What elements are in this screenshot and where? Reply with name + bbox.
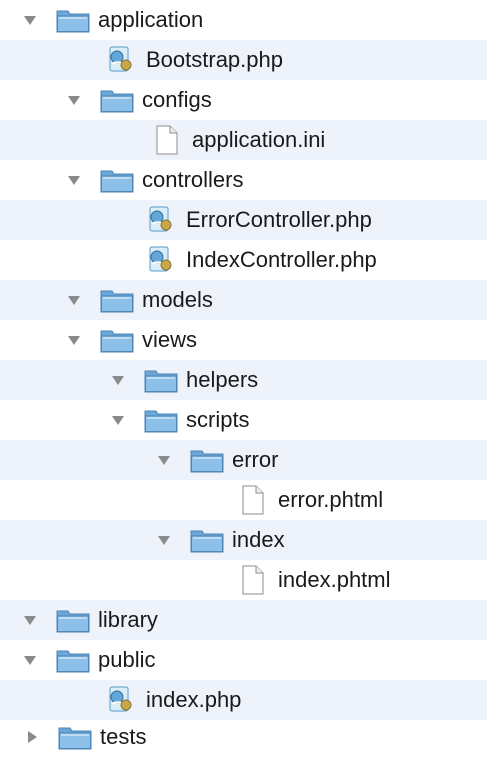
tree-row-label: models [142,287,213,312]
tree-row-error-folder[interactable]: error [0,440,487,480]
disclosure-triangle-collapsed[interactable] [24,729,40,745]
tree-row-helpers[interactable]: helpers [0,360,487,400]
tree-row-models[interactable]: models [0,280,487,320]
tree-row-tests[interactable]: tests [0,720,487,753]
tree-row-label: error.phtml [278,487,384,512]
folder-icon [144,365,178,395]
document-icon [150,125,184,155]
disclosure-triangle-expanded[interactable] [22,612,38,628]
folder-icon [56,605,90,635]
tree-row-label: public [98,647,156,672]
tree-row-label: index.php [146,687,242,712]
tree-row-application[interactable]: application [0,0,487,40]
folder-icon [144,405,178,435]
file-tree: application Bootstrap.php configs applic… [0,0,487,753]
disclosure-triangle-expanded[interactable] [66,292,82,308]
folder-icon [190,525,224,555]
tree-row-label: Bootstrap.php [146,47,283,72]
folder-icon [190,445,224,475]
folder-icon [100,85,134,115]
tree-row-label: application.ini [192,127,326,152]
disclosure-triangle-expanded[interactable] [110,372,126,388]
document-icon [236,485,270,515]
tree-row-controllers[interactable]: controllers [0,160,487,200]
tree-row-label: scripts [186,407,250,432]
tree-row-label: library [98,607,158,632]
tree-row-label: IndexController.php [186,247,377,272]
tree-row-index-phtml[interactable]: index.phtml [0,560,487,600]
tree-row-scripts[interactable]: scripts [0,400,487,440]
disclosure-triangle-expanded[interactable] [156,452,172,468]
tree-row-label: views [142,327,198,352]
tree-row-views[interactable]: views [0,320,487,360]
tree-row-label: index [232,527,285,552]
tree-row-bootstrap-php[interactable]: Bootstrap.php [0,40,487,80]
disclosure-triangle-expanded[interactable] [22,12,38,28]
tree-row-label: helpers [186,367,259,392]
tree-row-configs[interactable]: configs [0,80,487,120]
folder-icon [58,722,92,752]
tree-row-label: error [232,447,279,472]
tree-row-label: ErrorController.php [186,207,372,232]
php-file-icon [144,205,178,235]
tree-row-index-folder[interactable]: index [0,520,487,560]
folder-icon [100,165,134,195]
folder-icon [56,645,90,675]
folder-icon [100,285,134,315]
document-icon [236,565,270,595]
tree-row-label: application [98,7,204,32]
disclosure-triangle-expanded[interactable] [66,92,82,108]
folder-icon [100,325,134,355]
tree-row-errorcontroller-php[interactable]: ErrorController.php [0,200,487,240]
tree-row-label: controllers [142,167,244,192]
disclosure-triangle-expanded[interactable] [66,172,82,188]
php-file-icon [104,45,138,75]
php-file-icon [104,685,138,715]
tree-row-label: tests [100,723,147,749]
tree-row-indexcontroller-php[interactable]: IndexController.php [0,240,487,280]
tree-row-error-phtml[interactable]: error.phtml [0,480,487,520]
tree-row-public[interactable]: public [0,640,487,680]
disclosure-triangle-expanded[interactable] [156,532,172,548]
tree-row-library[interactable]: library [0,600,487,640]
tree-row-label: configs [142,87,212,112]
disclosure-triangle-expanded[interactable] [22,652,38,668]
tree-row-label: index.phtml [278,567,391,592]
tree-row-index-php[interactable]: index.php [0,680,487,720]
php-file-icon [144,245,178,275]
disclosure-triangle-expanded[interactable] [66,332,82,348]
folder-icon [56,5,90,35]
disclosure-triangle-expanded[interactable] [110,412,126,428]
tree-row-application-ini[interactable]: application.ini [0,120,487,160]
